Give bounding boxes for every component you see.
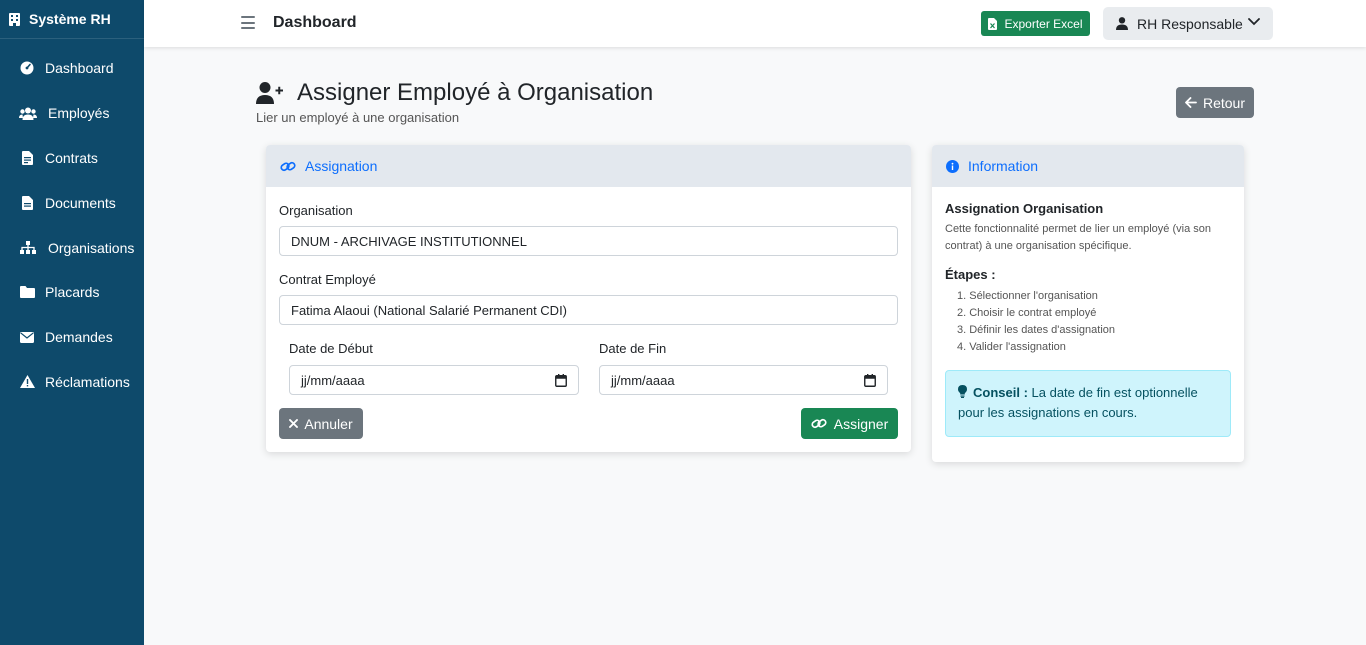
topbar: Dashboard Exporter Excel RH Responsable [144,0,1366,47]
page-header: Assigner Employé à Organisation Lier un … [256,79,653,125]
brand[interactable]: Système RH [0,0,144,39]
contrat-value: Fatima Alaoui (National Salarié Permanen… [291,302,568,318]
file-excel-icon [988,17,998,30]
cancel-label: Annuler [304,415,353,432]
sidebar-item-contrats[interactable]: Contrats [0,136,144,181]
assignation-card-title: Assignation [305,158,378,174]
calendar-icon[interactable] [555,374,567,387]
sidebar-item-reclamations[interactable]: Réclamations [0,360,144,405]
assign-label: Assigner [833,415,889,432]
folder-icon [19,286,35,299]
date-debut-placeholder: jj/mm/aaaa [301,372,365,388]
sidebar-item-placards[interactable]: Placards [0,270,144,315]
sidebar-item-label: Placards [45,284,100,301]
menu-toggle-icon[interactable] [241,16,255,29]
tip-alert: Conseil : La date de fin est optionnelle… [945,370,1231,437]
building-icon [9,12,20,26]
export-excel-button[interactable]: Exporter Excel [981,11,1090,36]
information-card: Information Assignation Organisation Cet… [932,145,1244,462]
date-fin-label: Date de Fin [599,341,667,356]
sidebar-item-label: Employés [48,105,110,122]
user-icon [1116,17,1128,30]
sidebar-item-label: Dashboard [45,60,114,77]
export-excel-label: Exporter Excel [1004,16,1083,31]
user-menu[interactable]: RH Responsable [1103,7,1273,40]
information-card-title: Information [968,158,1039,174]
list-item: 2. Choisir le contrat employé [957,307,1097,319]
link-icon [280,161,296,171]
gauge-icon [19,61,35,75]
sidebar-item-label: Contrats [45,149,98,166]
organisation-value: DNUM - ARCHIVAGE INSTITUTIONNEL [291,233,527,249]
assign-button[interactable]: Assigner [801,408,898,439]
info-title: Assignation Organisation [945,201,1104,216]
file-icon [19,195,35,210]
date-fin-input[interactable]: jj/mm/aaaa [599,365,888,395]
info-description: Cette fonctionnalité permet de lier un e… [945,223,1211,252]
sidebar-nav: Dashboard Employés Contrats Documents Or… [0,39,144,404]
assignation-card-header: Assignation [266,145,911,187]
date-debut-label: Date de Début [289,341,373,356]
date-debut-input[interactable]: jj/mm/aaaa [289,365,579,395]
sitemap-icon [19,241,37,255]
back-label: Retour [1202,94,1246,111]
sidebar-item-label: Demandes [45,329,113,346]
sidebar-item-label: Organisations [48,239,135,256]
brand-label: Système RH [29,11,111,27]
cancel-button[interactable]: Annuler [279,408,363,439]
sidebar-item-employes[interactable]: Employés [0,91,144,136]
warning-icon [19,375,35,389]
info-circle-icon [946,159,959,173]
sidebar-item-documents[interactable]: Documents [0,180,144,225]
organisation-select[interactable]: DNUM - ARCHIVAGE INSTITUTIONNEL [279,226,898,256]
steps-list: 1. Sélectionner l'organisation 2. Choisi… [945,288,1231,356]
page-title-text: Assigner Employé à Organisation [297,79,654,106]
contrat-select[interactable]: Fatima Alaoui (National Salarié Permanen… [279,295,898,325]
sidebar-item-label: Documents [45,194,116,211]
sidebar-item-demandes[interactable]: Demandes [0,315,144,360]
information-card-header: Information [932,145,1244,187]
users-icon [19,107,37,120]
close-icon [289,419,299,428]
page-title: Assigner Employé à Organisation [256,79,653,107]
back-button[interactable]: Retour [1176,87,1254,118]
contrat-label: Contrat Employé [279,272,376,287]
date-fin-placeholder: jj/mm/aaaa [611,372,675,388]
list-item: 3. Définir les dates d'assignation [957,324,1116,336]
arrow-left-icon [1185,97,1197,108]
lightbulb-icon [958,385,967,398]
list-item: 4. Valider l'assignation [957,341,1066,353]
organisation-label: Organisation [279,203,353,218]
information-body: Assignation Organisation Cette fonctionn… [932,187,1244,437]
calendar-icon[interactable] [864,374,876,387]
chevron-down-icon [1248,18,1260,26]
tip-label: Conseil : [973,385,1028,400]
link-icon [811,418,827,429]
assignation-card: Assignation Organisation DNUM - ARCHIVAG… [266,145,911,452]
user-name: RH Responsable [1137,15,1243,32]
sidebar-item-organisations[interactable]: Organisations [0,225,144,270]
user-plus-icon [256,82,283,104]
envelope-icon [19,331,35,343]
sidebar-item-label: Réclamations [45,373,130,390]
list-item: 1. Sélectionner l'organisation [957,290,1098,302]
file-contract-icon [19,150,35,165]
sidebar: Système RH Dashboard Employés Contrats D… [0,0,144,645]
page-subtitle: Lier un employé à une organisation [256,110,460,125]
sidebar-item-dashboard[interactable]: Dashboard [0,46,144,91]
steps-title: Étapes : [945,267,996,282]
topbar-title: Dashboard [273,14,357,31]
